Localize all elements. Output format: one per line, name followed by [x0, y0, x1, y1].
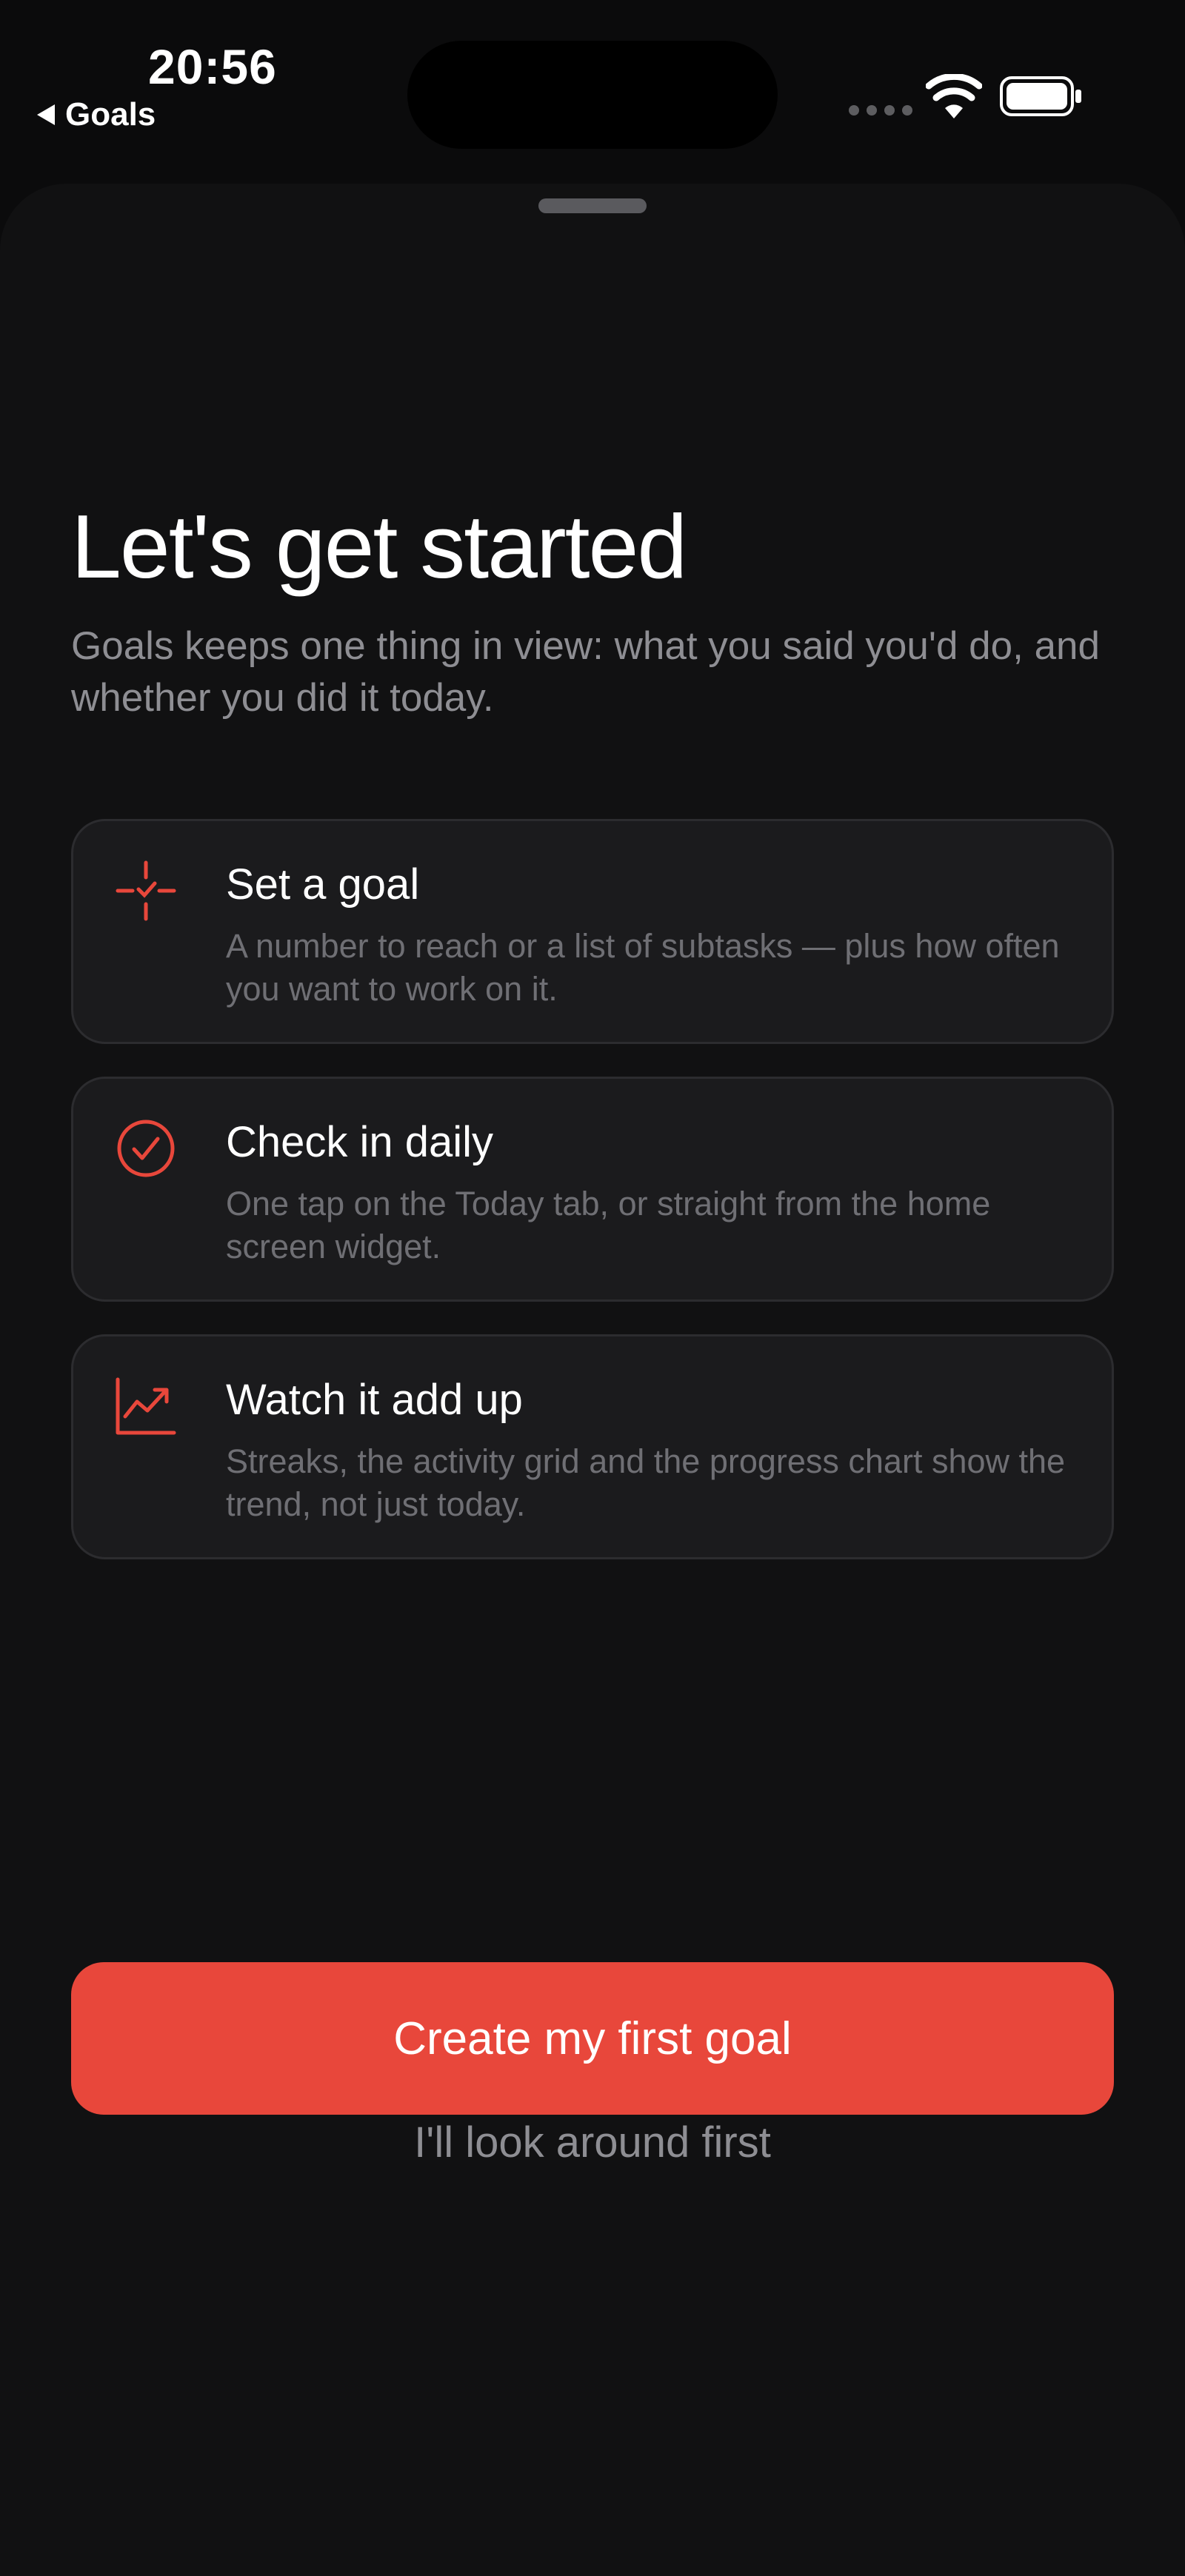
back-to-goals-link[interactable]: Goals: [37, 96, 156, 133]
battery-icon: [1000, 76, 1081, 116]
back-arrow-icon: [37, 104, 55, 125]
feature-description: A number to reach or a list of subtasks …: [226, 927, 1060, 1008]
feature-description: One tap on the Today tab, or straight fr…: [226, 1185, 991, 1265]
wifi-icon: [926, 74, 982, 118]
look-around-first-button[interactable]: I'll look around first: [71, 2118, 1114, 2167]
feature-title: Watch it add up: [226, 1376, 523, 1424]
status-bar: 20:56 Goals: [0, 0, 1185, 163]
checkmark-circle-icon: [117, 1120, 175, 1177]
trend-chart-icon: [116, 1377, 176, 1435]
status-time: 20:56: [148, 39, 277, 94]
feature-card-check-in: Check in daily One tap on the Today tab,…: [71, 1077, 1114, 1302]
target-check-icon: [116, 860, 176, 921]
back-link-label: Goals: [65, 96, 156, 133]
feature-card-set-goal: Set a goal A number to reach or a list o…: [71, 819, 1114, 1044]
feature-card-watch-progress: Watch it add up Streaks, the activity gr…: [71, 1334, 1114, 1559]
page-title: Let's get started: [71, 496, 687, 597]
create-first-goal-button[interactable]: Create my first goal: [71, 1962, 1114, 2115]
feature-title: Set a goal: [226, 860, 420, 909]
feature-description: Streaks, the activity grid and the progr…: [226, 1442, 1066, 1523]
sheet-grabber[interactable]: [538, 198, 647, 213]
page-subtitle: Goals keeps one thing in view: what you …: [71, 624, 1100, 720]
feature-list: Set a goal A number to reach or a list o…: [71, 819, 1114, 1592]
dynamic-island: [407, 41, 778, 149]
cellular-signal-icon: [849, 105, 912, 116]
feature-title: Check in daily: [226, 1118, 494, 1166]
